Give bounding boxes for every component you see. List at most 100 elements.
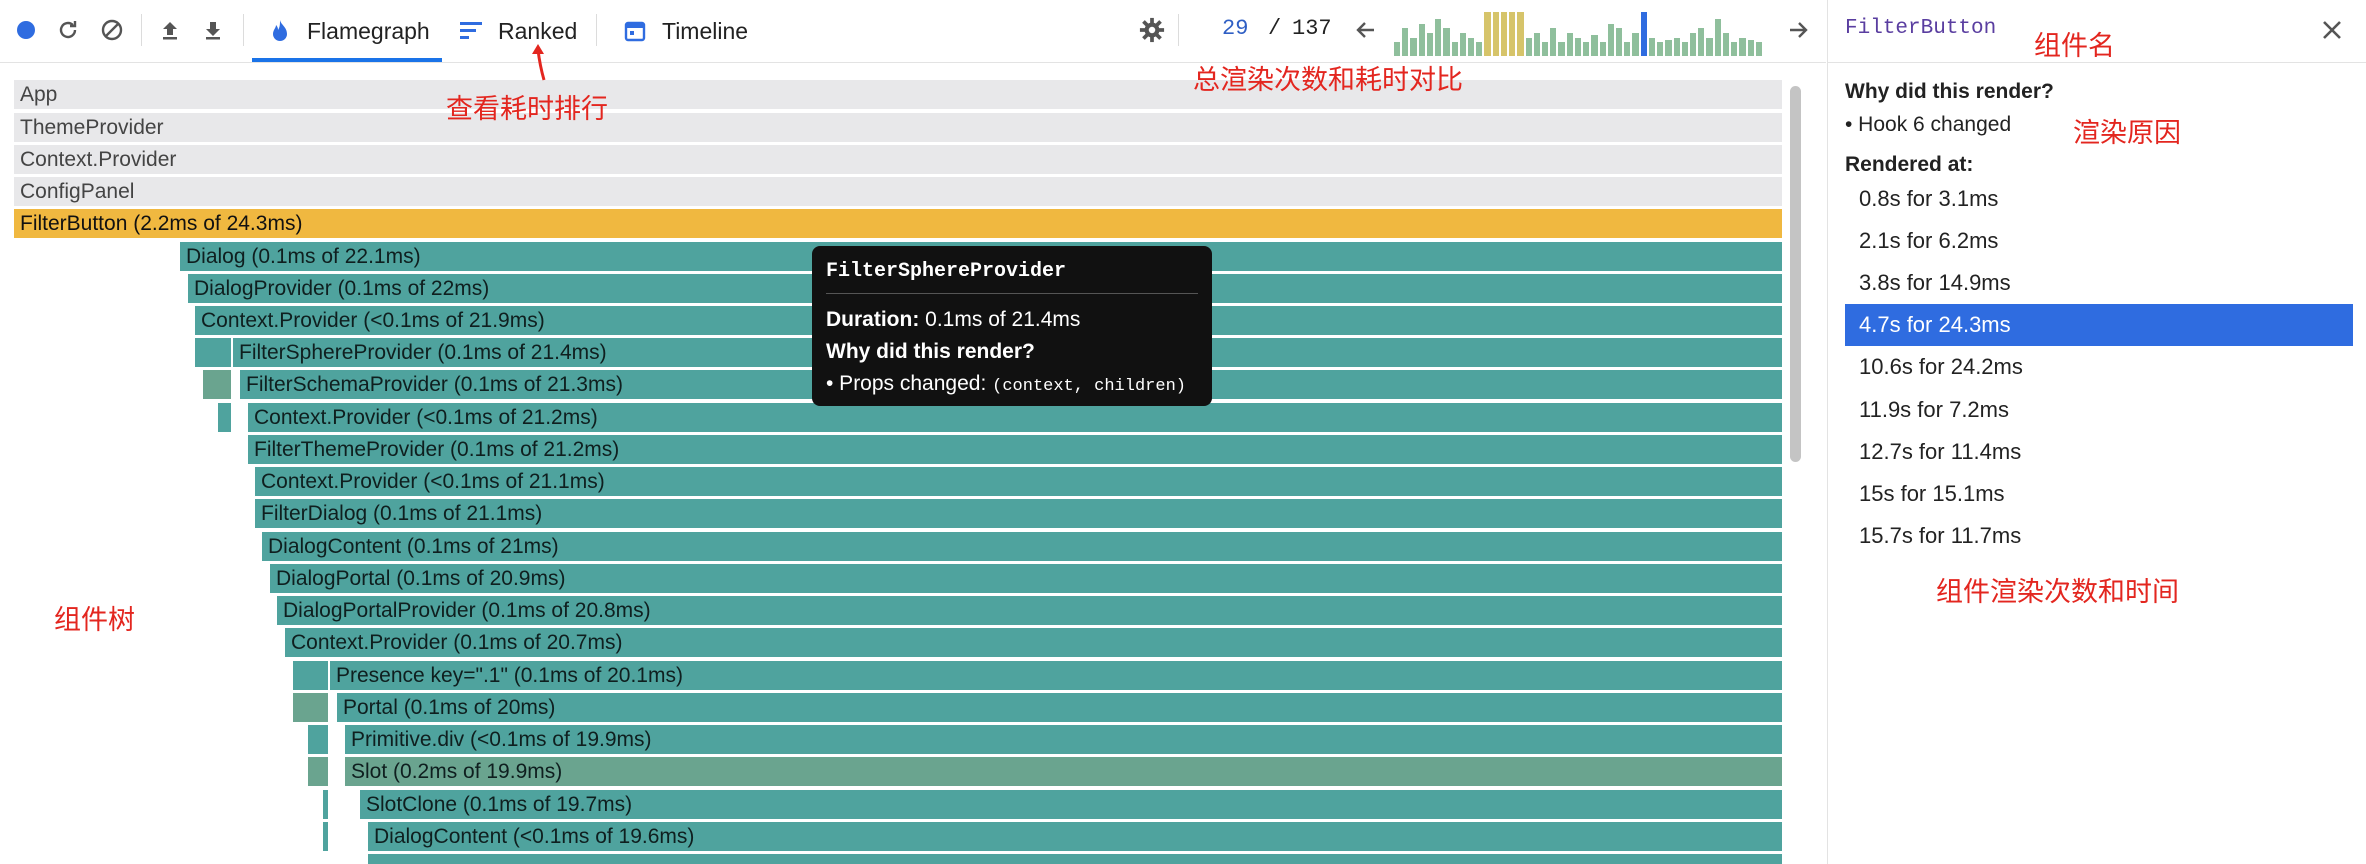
tab-timeline[interactable]: Timeline (622, 0, 748, 62)
commit-bar[interactable] (1484, 12, 1491, 56)
flame-node[interactable]: Context.Provider (14, 145, 1782, 174)
commit-bar[interactable] (1402, 28, 1409, 56)
flame-node[interactable]: DialogContent (0.1ms of 21ms) (262, 532, 1782, 561)
flame-node-stub[interactable] (293, 661, 328, 690)
tab-ranked[interactable]: Ranked (458, 0, 577, 62)
record-icon[interactable] (13, 17, 39, 43)
commit-list-item[interactable]: 15.7s for 11.7ms (1845, 515, 2353, 557)
flame-node[interactable]: ThemeProvider (14, 113, 1782, 142)
commit-list-item[interactable]: 15s for 15.1ms (1845, 473, 2353, 515)
commit-bar[interactable] (1739, 38, 1746, 56)
commit-bar[interactable] (1492, 12, 1499, 56)
arrow-right-icon[interactable] (1785, 17, 1811, 43)
commit-bar[interactable] (1550, 28, 1557, 56)
commit-bar[interactable] (1722, 33, 1730, 56)
commit-list-item[interactable]: 12.7s for 11.4ms (1845, 431, 2353, 473)
flame-node[interactable]: FilterThemeProvider (0.1ms of 21.2ms) (248, 435, 1782, 464)
commit-bar[interactable] (1410, 38, 1417, 56)
commit-bar[interactable] (1426, 33, 1434, 56)
commit-list-item[interactable]: 10.6s for 24.2ms (1845, 346, 2353, 388)
commit-bar[interactable] (1542, 42, 1549, 56)
commit-bar[interactable] (1673, 38, 1680, 56)
commit-bar[interactable] (1731, 42, 1738, 56)
commit-bar[interactable] (1681, 42, 1688, 56)
commit-bar[interactable] (1558, 42, 1565, 56)
commit-list-item[interactable]: 11.9s for 7.2ms (1845, 389, 2353, 431)
tab-flamegraph[interactable]: Flamegraph (252, 0, 442, 62)
flame-node[interactable]: App (14, 80, 1782, 109)
commit-bar[interactable] (1690, 33, 1697, 56)
flame-icon (267, 18, 293, 44)
commit-bar[interactable] (1468, 38, 1475, 56)
scrollbar-thumb[interactable] (1790, 86, 1801, 462)
commit-bar[interactable] (1607, 24, 1614, 56)
commit-list-item[interactable]: 0.8s for 3.1ms (1845, 178, 2353, 220)
flame-node[interactable]: SlotClone (0.1ms of 19.7ms) (360, 790, 1782, 819)
reload-icon[interactable] (55, 17, 81, 43)
gear-icon[interactable] (1139, 17, 1165, 43)
upload-icon[interactable] (157, 17, 183, 43)
flame-node[interactable]: Slot (0.2ms of 19.9ms) (345, 757, 1782, 786)
commit-bar[interactable] (1525, 38, 1532, 56)
calendar-icon (622, 18, 648, 44)
flame-node[interactable]: Context.Provider (0.1ms of 20.7ms) (285, 628, 1782, 657)
flamegraph-scrollbar[interactable] (1786, 82, 1804, 862)
commit-bar[interactable] (1509, 12, 1516, 56)
flame-node[interactable]: Primitive.div (<0.1ms of 19.9ms) (345, 725, 1782, 754)
commit-bar[interactable] (1451, 42, 1458, 56)
commit-bar[interactable] (1500, 12, 1508, 56)
commit-bar[interactable] (1583, 42, 1590, 56)
commit-bar[interactable] (1476, 42, 1483, 56)
commit-bar[interactable] (1648, 38, 1656, 56)
clear-icon[interactable] (99, 17, 125, 43)
flame-node-stub[interactable] (293, 693, 328, 722)
commit-bar[interactable] (1706, 38, 1713, 56)
flame-node[interactable]: Context.Provider (<0.1ms of 21.1ms) (255, 467, 1782, 496)
commit-bar[interactable] (1533, 33, 1540, 56)
commit-bar[interactable] (1632, 33, 1639, 56)
commit-bar[interactable] (1394, 42, 1401, 56)
arrow-left-icon[interactable] (1353, 17, 1379, 43)
commit-bar[interactable] (1665, 40, 1672, 56)
commit-bar[interactable] (1624, 42, 1631, 56)
commit-bar[interactable] (1591, 35, 1598, 56)
download-icon[interactable] (200, 17, 226, 43)
flame-node-stub[interactable] (218, 403, 231, 432)
flame-node[interactable]: Portal (0.1ms of 20ms) (337, 693, 1782, 722)
commit-bar[interactable] (1698, 28, 1705, 56)
flame-node[interactable]: DialogPortalProvider (0.1ms of 20.8ms) (277, 596, 1782, 625)
commit-bar[interactable] (1714, 19, 1721, 56)
flame-node-stub[interactable] (323, 822, 328, 851)
commit-bar[interactable] (1599, 42, 1606, 56)
commit-selector-chart[interactable] (1394, 10, 1764, 56)
flame-node-stub[interactable] (195, 338, 231, 367)
commit-bar[interactable] (1418, 24, 1425, 56)
commit-list-item[interactable]: 2.1s for 6.2ms (1845, 220, 2353, 262)
commit-bar[interactable] (1435, 19, 1442, 56)
flame-node-selected[interactable]: FilterButton (2.2ms of 24.3ms) (14, 209, 1782, 238)
commit-list-item-selected[interactable]: 4.7s for 24.3ms (1845, 304, 2353, 346)
commit-bar[interactable] (1657, 42, 1664, 56)
flame-node-stub[interactable] (368, 854, 1782, 864)
flame-node[interactable]: FilterDialog (0.1ms of 21.1ms) (255, 499, 1782, 528)
close-icon[interactable] (2318, 16, 2346, 44)
flame-node[interactable]: ConfigPanel (14, 177, 1782, 206)
flame-node-stub[interactable] (308, 725, 328, 754)
flame-node[interactable]: DialogContent (<0.1ms of 19.6ms) (368, 822, 1782, 851)
commit-bar[interactable] (1747, 40, 1754, 56)
flame-node[interactable]: Presence key=".1" (0.1ms of 20.1ms) (330, 661, 1782, 690)
flame-node[interactable]: DialogPortal (0.1ms of 20.9ms) (270, 564, 1782, 593)
commit-bar[interactable] (1459, 33, 1466, 56)
flame-node[interactable]: Context.Provider (<0.1ms of 21.2ms) (248, 403, 1782, 432)
commit-bar[interactable] (1616, 28, 1623, 56)
flame-node-stub[interactable] (323, 790, 328, 819)
flame-node-stub[interactable] (203, 370, 231, 399)
flame-node-stub[interactable] (308, 757, 328, 786)
commit-bar[interactable] (1574, 38, 1582, 56)
commit-list-item[interactable]: 3.8s for 14.9ms (1845, 262, 2353, 304)
commit-bar[interactable] (1443, 28, 1450, 56)
commit-bar[interactable] (1566, 33, 1573, 56)
commit-bar[interactable] (1755, 42, 1762, 56)
commit-bar[interactable] (1640, 12, 1647, 56)
commit-bar[interactable] (1517, 12, 1524, 56)
